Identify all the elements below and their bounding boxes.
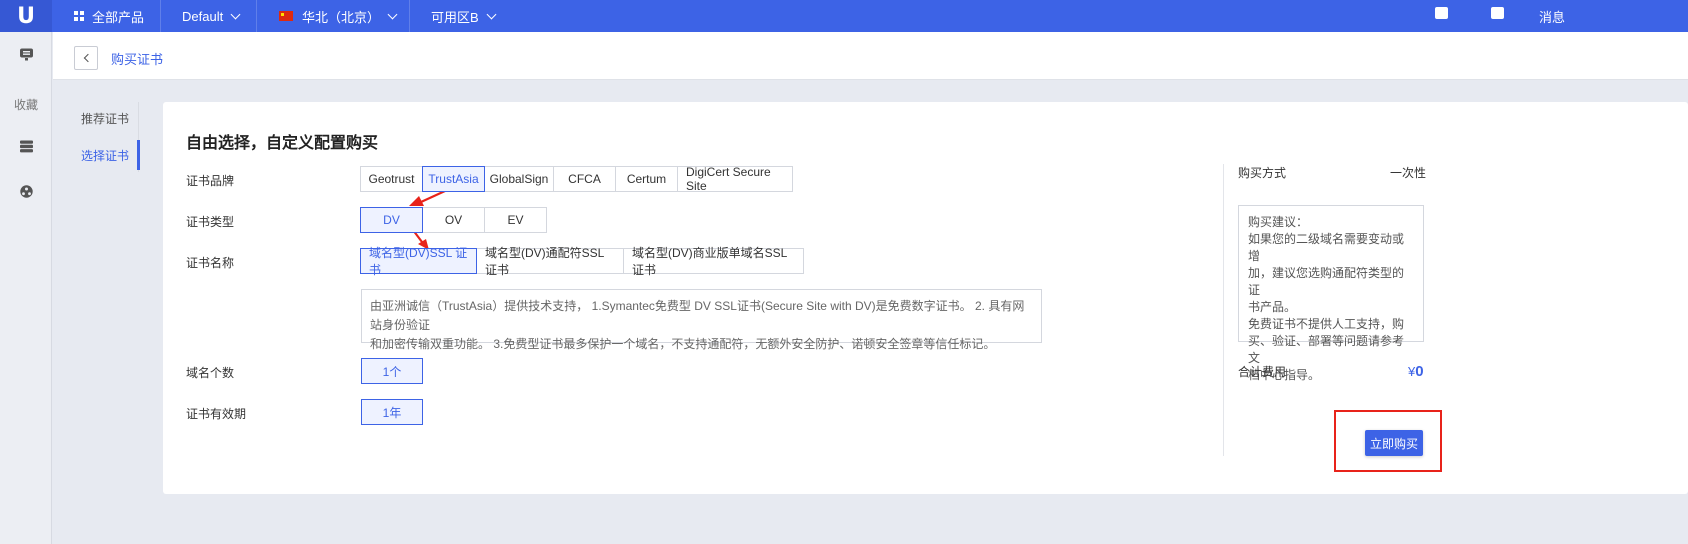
total-amount: 0 (1415, 363, 1424, 380)
brand-option-geotrust[interactable]: Geotrust (360, 166, 423, 192)
advice-line: 购买建议： (1248, 215, 1309, 229)
brand-option-digicert[interactable]: DigiCert Secure Site (677, 165, 793, 193)
china-flag-icon (279, 11, 293, 21)
validity-option[interactable]: 1年 (361, 399, 423, 425)
top-navigation-bar: U 全部产品 Default 华北（北京） 可用区B 消息 (0, 0, 1688, 32)
submenu-item-recommended[interactable]: 推荐证书 (53, 110, 139, 127)
search-icon[interactable] (1435, 7, 1448, 19)
brand-label: 证书品牌 (186, 174, 235, 188)
brand-option-trustasia[interactable]: TrustAsia (422, 166, 485, 192)
type-selector: DV OV EV (360, 207, 547, 233)
breadcrumb-bar: 购买证书 (53, 32, 1688, 80)
advice-line: 如果您的二级域名需要变动或增 (1248, 232, 1405, 263)
network-icon[interactable] (19, 185, 34, 198)
brand-option-globalsign[interactable]: GlobalSign (484, 166, 554, 192)
back-button[interactable] (74, 46, 98, 70)
total-price: ¥0 (1408, 363, 1424, 380)
purchase-advice: 购买建议： 如果您的二级域名需要变动或增 加，建议您选购通配符类型的证 书产品。… (1238, 205, 1424, 382)
type-option-ev[interactable]: EV (484, 207, 547, 233)
all-products-label: 全部产品 (92, 9, 145, 25)
chevron-down-icon (387, 9, 398, 19)
type-label: 证书类型 (186, 215, 235, 229)
advice-line: 买、验证、部署等问题请参考文 (1248, 334, 1405, 365)
zone-selector[interactable]: 可用区B (431, 0, 497, 32)
advice-line: 加，建议您选购通配符类型的证 (1248, 266, 1405, 297)
region-label: 华北（北京） (302, 9, 381, 25)
description-line-1: 由亚洲诚信（TrustAsia）提供技术支持， 1.Symantec免费型 DV… (370, 299, 1025, 332)
chevron-down-icon (230, 9, 241, 19)
messages-label: 消息 (1539, 9, 1566, 25)
favorites-label[interactable]: 收藏 (0, 96, 52, 113)
submenu-active-indicator (137, 140, 140, 170)
logo-icon: U (17, 3, 35, 29)
all-products-menu[interactable]: 全部产品 (74, 0, 144, 32)
buy-method-value: 一次性 (1390, 166, 1427, 180)
submenu-item-select[interactable]: 选择证书 (53, 147, 139, 164)
brand-selector: Geotrust TrustAsia GlobalSign CFCA Certu… (360, 165, 793, 193)
terminal-icon[interactable] (1491, 7, 1504, 19)
type-option-dv[interactable]: DV (360, 207, 423, 233)
domain-count-option[interactable]: 1个 (361, 358, 423, 384)
name-option-dv-business[interactable]: 域名型(DV)商业版单域名SSL证书 (623, 246, 804, 277)
validity-label: 证书有效期 (186, 407, 247, 421)
chevron-down-icon (486, 9, 497, 19)
total-label: 合计费用 (1238, 365, 1287, 379)
buy-method-label: 购买方式 (1238, 166, 1287, 180)
brand-option-certum[interactable]: Certum (615, 166, 678, 192)
zone-label: 可用区B (431, 9, 479, 25)
brand-option-cfca[interactable]: CFCA (553, 166, 616, 192)
summary-divider (1223, 164, 1224, 456)
advice-line: 书产品。 (1248, 300, 1297, 314)
domains-label: 域名个数 (186, 366, 235, 380)
chevron-left-icon (83, 53, 92, 63)
name-label: 证书名称 (186, 256, 235, 270)
page-title: 购买证书 (111, 52, 164, 67)
logo[interactable]: U (0, 0, 52, 32)
project-label: Default (182, 8, 224, 24)
certificate-description: 由亚洲诚信（TrustAsia）提供技术支持， 1.Symantec免费型 DV… (361, 289, 1042, 351)
name-option-dv-ssl[interactable]: 域名型(DV)SSL 证书 (360, 246, 477, 277)
config-title: 自由选择，自定义配置购买 (186, 135, 379, 152)
grid-icon (74, 11, 84, 21)
messages-link[interactable]: 消息 (1539, 0, 1565, 32)
project-selector[interactable]: Default (182, 0, 241, 32)
left-rail: 收藏 (0, 32, 52, 544)
monitor-icon[interactable] (19, 48, 34, 61)
name-selector: 域名型(DV)SSL 证书 域名型(DV)通配符SSL证书 域名型(DV)商业版… (360, 246, 804, 277)
description-line-2: 和加密传输双重功能。 3.免费型证书最多保护一个域名，不支持通配符，无额外安全防… (370, 337, 996, 351)
region-selector[interactable]: 华北（北京） (279, 0, 398, 32)
database-icon[interactable] (19, 140, 34, 153)
name-option-dv-wildcard[interactable]: 域名型(DV)通配符SSL证书 (476, 246, 624, 277)
annotation-highlight-box (1334, 410, 1442, 472)
type-option-ov[interactable]: OV (422, 207, 485, 233)
advice-line: 免费证书不提供人工支持，购 (1248, 317, 1405, 331)
